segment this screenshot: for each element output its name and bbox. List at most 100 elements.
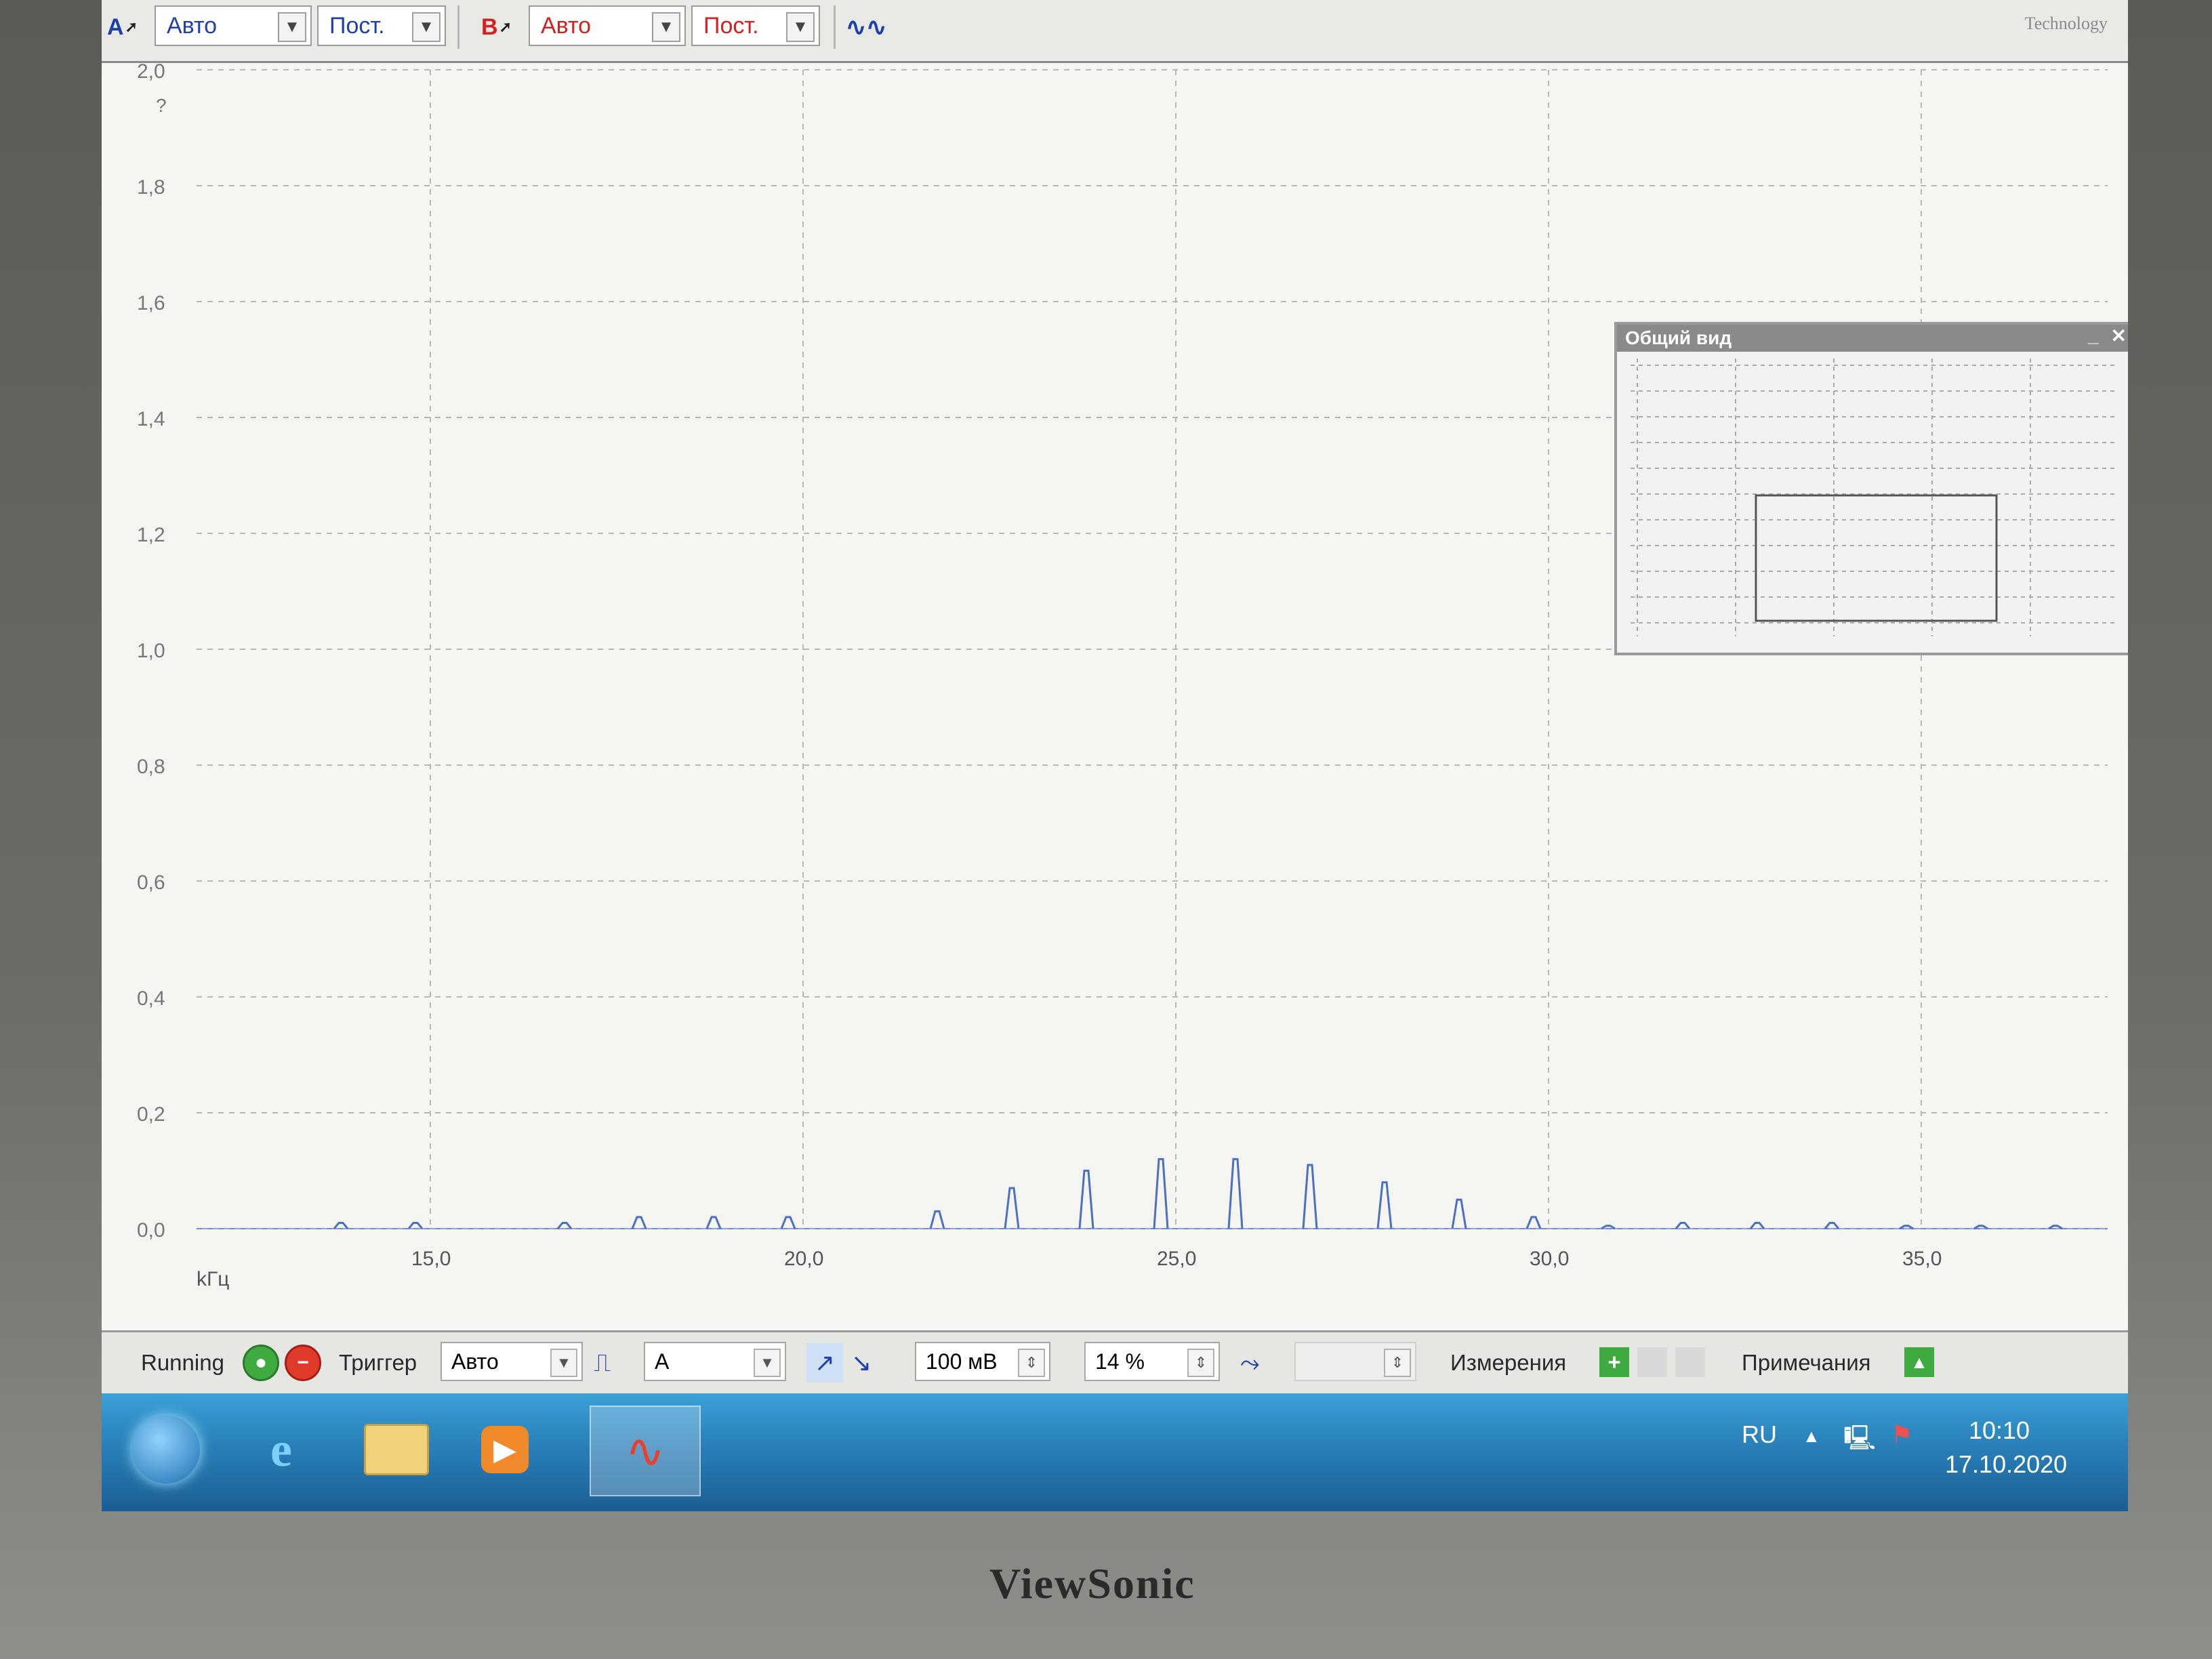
spectrum-peak [1227,1158,1244,1229]
picoscope-app-icon[interactable]: ∿ [590,1406,701,1496]
y-tick-label: 0,0 [137,1219,165,1242]
channel-b-button[interactable]: B ➚ [481,7,512,47]
x-axis-label: kГц [197,1268,229,1290]
chevron-down-icon[interactable]: ▼ [412,12,441,42]
edit-measurement-icon [1637,1347,1667,1377]
overview-title-bar[interactable]: Общий вид _ ✕ [1617,325,2128,352]
overview-viewport-rect [1755,494,1998,622]
overview-window[interactable]: Общий вид _ ✕ [1614,322,2128,655]
measurements-label: Измерения [1450,1350,1567,1375]
spectrum-peak [1376,1181,1393,1229]
overview-chart [1631,359,2118,636]
trigger-label: Триггер [339,1350,417,1375]
x-tick-label: 20,0 [784,1248,823,1270]
channel-a-range-value: Авто [167,12,218,39]
toolbar-divider [834,5,836,49]
channel-b-coupling-select[interactable]: Пост. ▼ [691,5,820,46]
channel-b-range-value: Авто [541,12,592,39]
logo-text: Technology [2024,14,2108,33]
run-status-label: Running [141,1350,224,1375]
pointer-icon: ➚ [499,18,512,35]
rising-edge-icon[interactable]: ↗ [806,1343,843,1382]
overview-title: Общий вид [1625,327,1732,348]
spinner-icon[interactable]: ⇕ [1187,1349,1214,1377]
spectrum-peak [1451,1198,1467,1229]
pre-trigger-value: 14 % [1095,1349,1145,1374]
language-indicator[interactable]: RU [1742,1420,1777,1449]
screen: A ➚ Авто ▼ Пост. ▼ B ➚ Авто ▼ Пост. ▼ ∿∿… [102,0,2128,1511]
spinner-icon: ⇕ [1384,1349,1411,1377]
channel-a-button[interactable]: A ➚ [107,7,138,47]
spectrum-peak [1749,1221,1765,1229]
y-tick-label: 1,6 [137,292,165,314]
chevron-down-icon[interactable]: ▼ [278,12,306,42]
x-tick-label: 35,0 [1902,1248,1942,1270]
media-player-icon[interactable]: ▶ [461,1406,549,1494]
falling-edge-icon[interactable]: ↘ [851,1343,872,1382]
spectrum-plot[interactable]: 0,0 0,2 0,4 0,6 0,8 1,0 1,2 1,4 1,6 1,8 2,0? 15,0 20… [102,63,2128,1330]
chevron-down-icon[interactable]: ▼ [550,1349,577,1377]
show-hidden-icons-icon[interactable]: ▲ [1803,1426,1820,1447]
file-explorer-icon[interactable] [352,1406,441,1494]
taskbar: e ▶ ∿ RU ▲ 🖳 ⚑ 10:10 17.10.2020 [102,1393,2128,1511]
channel-b-range-select[interactable]: Авто ▼ [529,5,686,46]
chevron-down-icon[interactable]: ▼ [786,12,815,42]
trigger-label-wrap: Триггер [339,1343,417,1382]
close-icon[interactable]: ✕ [2111,325,2127,347]
channel-toolbar: A ➚ Авто ▼ Пост. ▼ B ➚ Авто ▼ Пост. ▼ ∿∿… [102,0,2128,63]
monitor-brand: ViewSonic [989,1559,1195,1609]
channel-a-coupling-select[interactable]: Пост. ▼ [317,5,446,46]
channel-a-coupling-value: Пост. [329,12,385,39]
pointer-icon: ➚ [125,18,138,35]
notes-label: Примечания [1742,1350,1871,1375]
channel-a-range-select[interactable]: Авто ▼ [155,5,312,46]
disabled-stepper: ⇕ [1294,1342,1416,1381]
trigger-edge-icon[interactable]: ⎍ [594,1343,611,1382]
spectrum-peak [631,1216,647,1229]
minimize-icon[interactable]: _ [2088,325,2099,347]
network-icon[interactable]: 🖳 [1843,1420,1876,1462]
spectrum-peak [1525,1216,1542,1229]
y-tick-label: 1,8 [137,176,165,199]
threshold-stepper[interactable]: 100 мВ ⇕ [915,1342,1050,1381]
trigger-channel-select[interactable]: A ▼ [644,1342,786,1381]
notes-wrap[interactable]: Примечания [1742,1343,1871,1382]
advanced-trigger-icon[interactable]: ⤳ [1240,1343,1260,1382]
run-status: Running [141,1343,224,1382]
stop-icon[interactable]: − [285,1345,321,1381]
x-tick-label: 25,0 [1157,1248,1196,1270]
start-button-icon[interactable] [122,1406,210,1494]
action-center-flag-icon[interactable]: ⚑ [1891,1420,1912,1449]
monitor-brand-text: ViewSonic [989,1559,1195,1607]
start-icon[interactable]: ● [243,1345,279,1381]
clock[interactable]: 10:10 17.10.2020 [1945,1414,2067,1481]
spectrum-peak [929,1210,945,1229]
spectrum-peak [1153,1158,1169,1229]
chevron-down-icon[interactable]: ▼ [754,1349,781,1377]
trigger-channel-value: A [655,1349,670,1374]
measurements-wrap[interactable]: Измерения [1450,1343,1566,1382]
trigger-mode-select[interactable]: Авто ▼ [441,1342,583,1381]
channel-b-label: B [481,14,498,40]
signal-generator-icon[interactable]: ∿∿ [846,7,886,47]
x-tick-label: 30,0 [1530,1248,1569,1270]
logo: Technology [1931,14,2108,57]
spectrum-peak [1824,1221,1840,1229]
spectrum-peak [1004,1187,1020,1229]
spectrum-peak [1675,1221,1691,1229]
spectrum-peak [333,1221,349,1229]
notes-expand-icon[interactable]: ▲ [1904,1347,1934,1377]
y-tick-label: 1,4 [137,408,165,430]
threshold-value: 100 мВ [926,1349,998,1374]
internet-explorer-icon[interactable]: e [237,1406,325,1494]
spectrum-peak [780,1216,796,1229]
add-measurement-icon[interactable]: + [1599,1347,1629,1377]
spinner-icon[interactable]: ⇕ [1018,1349,1045,1377]
pre-trigger-stepper[interactable]: 14 % ⇕ [1084,1342,1220,1381]
y-tick-label: 0,6 [137,872,165,894]
chevron-down-icon[interactable]: ▼ [652,12,680,42]
x-tick-label: 15,0 [411,1248,451,1270]
channel-a-label: A [107,14,124,40]
channel-b-coupling-value: Пост. [703,12,759,39]
y-tick-label: 0,2 [137,1103,165,1126]
